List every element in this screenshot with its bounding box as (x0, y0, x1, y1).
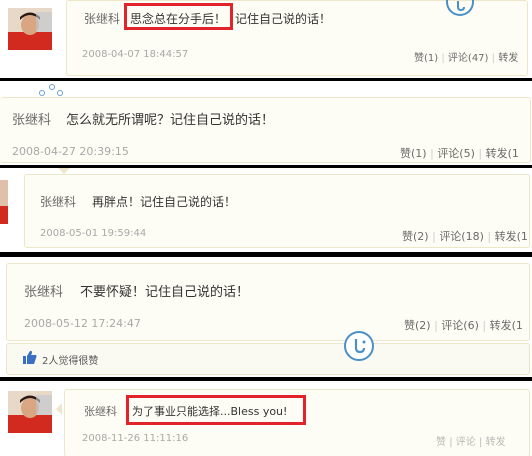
divider: | (441, 53, 445, 64)
divider: | (430, 147, 434, 160)
post-actions: 赞(2) | 评论(18) | 转发(1 (402, 228, 528, 244)
post-2: 张继科 怎么就无所谓呢？记住自己说的话！ 2008-04-27 20:39:15… (0, 81, 532, 165)
post-1: 张继科 思念总在分手后！ 记住自己说的话！ 2008-04-07 18:44:5… (0, 0, 532, 78)
post-4: 张继科 不要怀疑！记住自己说的话！ 2008-05-12 17:24:47 赞(… (0, 257, 532, 377)
like-link[interactable]: 赞(2) (404, 317, 431, 333)
decoration-dots-icon (39, 84, 63, 96)
post-actions: 赞(1) | 评论(5) | 转发(1 (400, 145, 519, 161)
pointer (56, 403, 62, 415)
like-link[interactable]: 赞(1) (400, 145, 427, 161)
post-actions: 赞(1) | 评论(47) | 转发 (414, 49, 518, 64)
forward-link[interactable]: 转发(1 (486, 145, 519, 161)
comment-link[interactable]: 评论 (456, 433, 476, 448)
thumbs-up-icon[interactable] (22, 350, 38, 365)
post-date: 2008-04-07 18:44:57 (82, 49, 189, 60)
post-author[interactable]: 张继科 (24, 281, 63, 300)
divider: | (449, 437, 453, 448)
post-author[interactable]: 张继科 (84, 10, 120, 27)
post-date: 2008-04-27 20:39:15 (12, 145, 129, 158)
divider: | (478, 147, 483, 160)
post-text: 不要怀疑！记住自己说的话！ (80, 285, 250, 300)
highlight-box (124, 3, 233, 30)
avatar[interactable] (0, 180, 8, 224)
post-3: 张继科 再胖点！记住自己说的话！ 2008-05-01 19:59:44 赞(2… (0, 168, 532, 252)
post-date: 2008-05-12 17:24:47 (24, 317, 141, 330)
comment-link[interactable]: 评论(47) (448, 49, 489, 64)
post-author[interactable]: 张继科 (12, 109, 51, 128)
weibo-logo-icon (344, 331, 374, 361)
divider: | (432, 230, 436, 243)
post-date: 2008-11-26 11:11:16 (82, 433, 189, 444)
like-link[interactable]: 赞 (436, 433, 446, 448)
post-author[interactable]: 张继科 (40, 193, 76, 210)
post-actions: 赞 | 评论 | 转发 (436, 433, 506, 448)
divider: | (482, 319, 487, 332)
divider: | (478, 437, 483, 448)
post-date: 2008-05-01 19:59:44 (40, 228, 147, 239)
post-author[interactable]: 张继科 (84, 403, 117, 419)
divider: | (487, 230, 492, 243)
comment-link[interactable]: 评论(18) (439, 228, 484, 244)
like-link[interactable]: 赞(2) (402, 228, 429, 244)
post-text: 记住自己说的话！ (235, 12, 332, 26)
post-text: 再胖点！记住自己说的话！ (92, 195, 237, 209)
avatar[interactable] (8, 8, 52, 50)
post-text: 怎么就无所谓呢？记住自己说的话！ (66, 113, 275, 128)
highlight-box (126, 395, 306, 425)
forward-link[interactable]: 转发(1 (490, 317, 523, 333)
forward-link[interactable]: 转发(1 (495, 228, 528, 244)
divider: | (491, 53, 496, 64)
avatar[interactable] (8, 391, 52, 433)
likes-summary[interactable]: 2人觉得很赞 (42, 352, 98, 367)
post-5: 张继科 为了事业只能选择...Bless you! 2008-11-26 11:… (0, 381, 532, 456)
post-actions: 赞(2) | 评论(6) | 转发(1 (404, 317, 523, 333)
divider: | (434, 319, 438, 332)
forward-link[interactable]: 转发 (498, 49, 518, 64)
forward-link[interactable]: 转发 (486, 433, 506, 448)
comment-link[interactable]: 评论(5) (437, 145, 475, 161)
like-link[interactable]: 赞(1) (414, 49, 438, 64)
comment-link[interactable]: 评论(6) (441, 317, 479, 333)
